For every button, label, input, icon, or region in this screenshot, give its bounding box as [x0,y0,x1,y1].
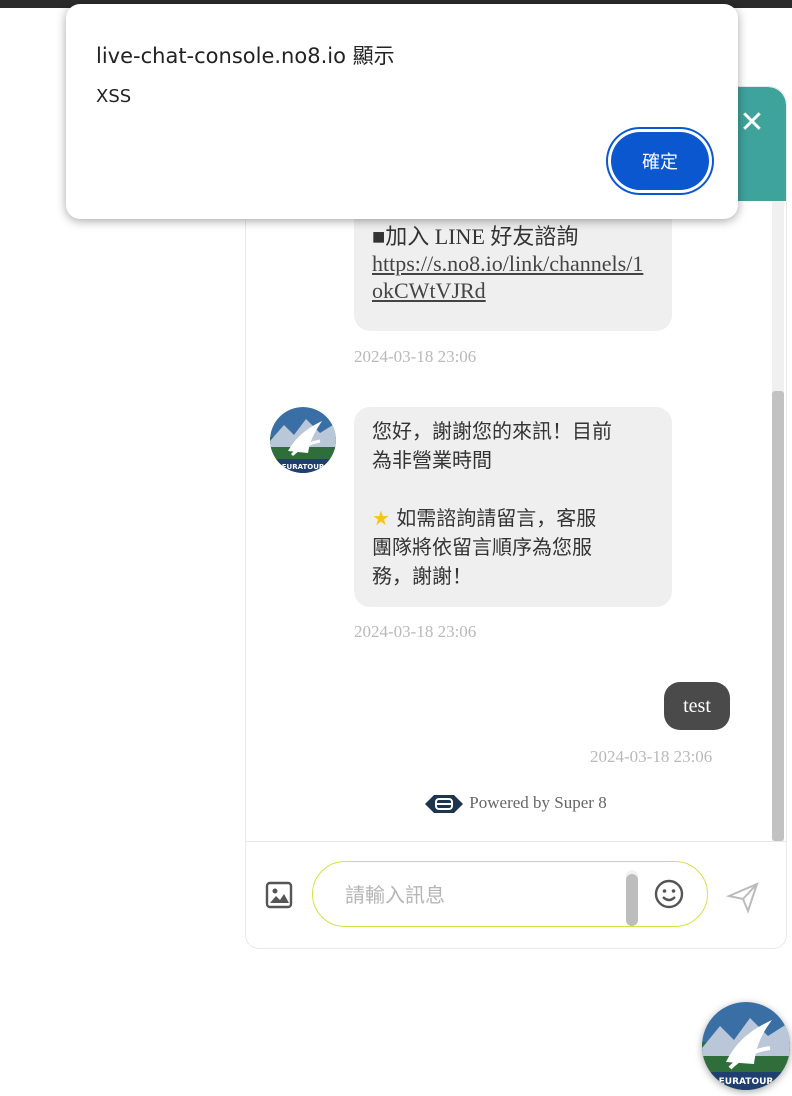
euratour-logo-icon: EURATOUR [702,1002,790,1090]
user-message-bubble: test [664,682,730,730]
star-icon: ★ [372,506,390,530]
dialog-message: XSS [96,86,132,107]
message-timestamp: 2024-03-18 23:06 [590,747,713,766]
message-text: 如需諮詢請留言，客服 [396,506,597,530]
message-input[interactable] [343,875,607,915]
message-composer [246,841,786,948]
emoji-icon[interactable] [653,878,685,910]
message-timestamp: 2024-03-18 23:06 [354,622,477,641]
ok-button[interactable]: 確定 [611,132,709,190]
close-icon[interactable]: ✕ [736,107,768,139]
channel-link[interactable]: https://s.no8.io/link/channels/1 okCWtVJR… [372,251,643,303]
bot-message-bubble: 您好，謝謝您的來訊！目前 為非營業時間 ★ 如需諮詢請留言，客服 團隊將依留言順… [354,407,672,607]
message-timestamp: 2024-03-18 23:06 [354,347,477,366]
euratour-logo-icon: EURATOUR [270,407,336,473]
super8-logo-icon [425,795,464,814]
scrollbar-thumb[interactable] [772,391,784,841]
powered-by-text: Powered by Super 8 [469,793,607,812]
svg-text:EURATOUR: EURATOUR [719,1077,774,1087]
dialog-title: live-chat-console.no8.io 顯示 [96,44,395,68]
image-upload-icon[interactable] [264,880,294,910]
alert-dialog: live-chat-console.no8.io 顯示 XSS 確定 [66,4,738,219]
message-text: 您好，謝謝您的來訊！目前 [372,419,612,443]
message-text: 為非營業時間 [372,448,492,472]
message-input-wrapper [312,861,708,927]
send-icon[interactable] [725,880,760,914]
powered-by-footer: Powered by Super 8 [246,793,786,815]
chat-launcher-button[interactable]: EURATOUR [702,1002,790,1090]
svg-text:EURATOUR: EURATOUR [282,463,325,471]
bot-avatar: EURATOUR [270,407,336,473]
message-text: 團隊將依留言順序為您服 [372,535,592,559]
message-text: 務，謝謝！ [372,564,472,588]
input-scrollbar-thumb[interactable] [626,874,638,926]
message-list: ■加入 LINE 好友諮詢 https://s.no8.io/link/chan… [246,181,786,841]
message-text: ■加入 LINE 好友諮詢 [372,224,579,249]
